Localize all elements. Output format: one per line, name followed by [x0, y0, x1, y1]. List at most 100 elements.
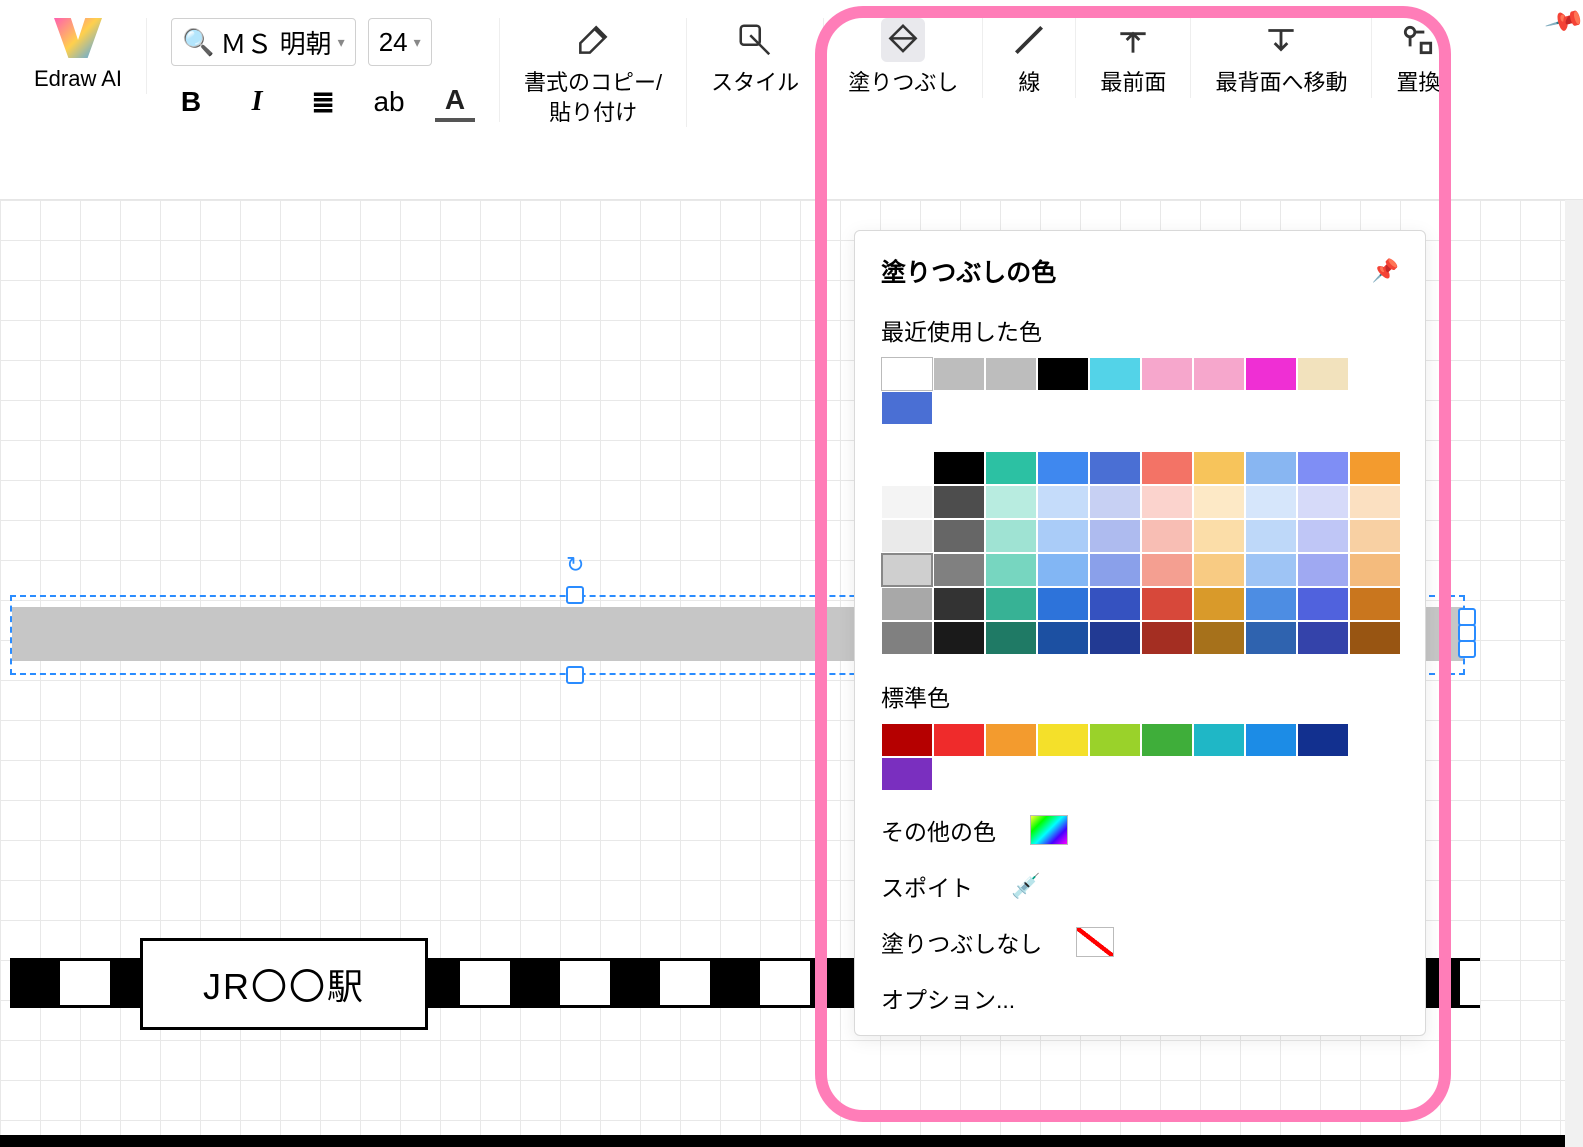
- palette-swatch[interactable]: [1037, 553, 1089, 587]
- palette-swatch[interactable]: [1245, 519, 1297, 553]
- eyedropper-row[interactable]: スポイト 💉: [881, 869, 1399, 903]
- palette-swatch[interactable]: [1245, 621, 1297, 655]
- palette-swatch[interactable]: [1037, 519, 1089, 553]
- palette-swatch[interactable]: [1141, 519, 1193, 553]
- palette-swatch[interactable]: [1297, 621, 1349, 655]
- palette-swatch[interactable]: [1297, 587, 1349, 621]
- palette-swatch[interactable]: [1349, 553, 1401, 587]
- align-button[interactable]: ≣: [303, 82, 343, 122]
- palette-swatch[interactable]: [1141, 485, 1193, 519]
- palette-swatch[interactable]: [1245, 485, 1297, 519]
- font-size-select[interactable]: 24 ▾: [368, 18, 432, 66]
- palette-swatch[interactable]: [933, 553, 985, 587]
- palette-swatch[interactable]: [985, 451, 1037, 485]
- palette-swatch[interactable]: [1141, 621, 1193, 655]
- standard-color-swatch[interactable]: [881, 723, 933, 757]
- recent-color-swatch[interactable]: [881, 357, 933, 391]
- text-ab-button[interactable]: ab: [369, 82, 409, 122]
- style-group[interactable]: スタイル: [687, 18, 824, 98]
- standard-color-swatch[interactable]: [933, 723, 985, 757]
- palette-swatch[interactable]: [1141, 553, 1193, 587]
- palette-swatch[interactable]: [1089, 621, 1141, 655]
- standard-color-swatch[interactable]: [1245, 723, 1297, 757]
- palette-swatch[interactable]: [1297, 553, 1349, 587]
- palette-swatch[interactable]: [985, 553, 1037, 587]
- palette-swatch[interactable]: [985, 519, 1037, 553]
- recent-color-swatch[interactable]: [881, 391, 933, 425]
- palette-swatch[interactable]: [933, 621, 985, 655]
- palette-swatch[interactable]: [1349, 485, 1401, 519]
- back-group[interactable]: 最背面へ移動: [1191, 18, 1372, 98]
- palette-swatch[interactable]: [1089, 519, 1141, 553]
- line-group[interactable]: 線: [983, 18, 1076, 98]
- palette-swatch[interactable]: [1297, 451, 1349, 485]
- palette-swatch[interactable]: [881, 519, 933, 553]
- palette-swatch[interactable]: [1193, 587, 1245, 621]
- fill-group[interactable]: 塗りつぶし: [824, 18, 983, 98]
- bold-button[interactable]: B: [171, 82, 211, 122]
- palette-swatch[interactable]: [1297, 485, 1349, 519]
- more-colors-row[interactable]: その他の色: [881, 813, 1399, 847]
- pin-icon[interactable]: 📌: [1372, 258, 1399, 284]
- palette-swatch[interactable]: [1193, 621, 1245, 655]
- palette-swatch[interactable]: [881, 621, 933, 655]
- font-name-select[interactable]: 🔍 ＭＳ 明朝 ▾: [171, 18, 356, 66]
- palette-swatch[interactable]: [881, 587, 933, 621]
- palette-swatch[interactable]: [1349, 587, 1401, 621]
- palette-swatch[interactable]: [1037, 451, 1089, 485]
- palette-swatch[interactable]: [881, 553, 933, 587]
- ai-group[interactable]: Edraw AI: [10, 18, 147, 94]
- palette-swatch[interactable]: [933, 485, 985, 519]
- recent-color-swatch[interactable]: [985, 357, 1037, 391]
- standard-color-swatch[interactable]: [985, 723, 1037, 757]
- palette-swatch[interactable]: [1089, 485, 1141, 519]
- recent-color-swatch[interactable]: [1141, 357, 1193, 391]
- replace-group[interactable]: 置換: [1372, 18, 1464, 98]
- recent-color-swatch[interactable]: [1297, 357, 1349, 391]
- resize-handle-stack-right[interactable]: [1458, 608, 1476, 656]
- standard-color-swatch[interactable]: [1141, 723, 1193, 757]
- palette-swatch[interactable]: [1037, 587, 1089, 621]
- palette-swatch[interactable]: [985, 587, 1037, 621]
- palette-swatch[interactable]: [1349, 451, 1401, 485]
- resize-handle[interactable]: [1458, 640, 1476, 658]
- palette-swatch[interactable]: [1245, 587, 1297, 621]
- palette-swatch[interactable]: [1089, 451, 1141, 485]
- palette-swatch[interactable]: [1193, 451, 1245, 485]
- palette-swatch[interactable]: [1141, 451, 1193, 485]
- palette-swatch[interactable]: [933, 587, 985, 621]
- recent-color-swatch[interactable]: [1193, 357, 1245, 391]
- palette-swatch[interactable]: [933, 451, 985, 485]
- palette-swatch[interactable]: [1245, 553, 1297, 587]
- palette-swatch[interactable]: [1297, 519, 1349, 553]
- palette-swatch[interactable]: [1349, 621, 1401, 655]
- format-copy-group[interactable]: 書式のコピー/ 貼り付け: [500, 18, 687, 127]
- palette-swatch[interactable]: [1193, 485, 1245, 519]
- rotate-handle-icon[interactable]: ↻: [566, 552, 584, 578]
- palette-swatch[interactable]: [1037, 485, 1089, 519]
- palette-swatch[interactable]: [881, 451, 933, 485]
- palette-swatch[interactable]: [1089, 553, 1141, 587]
- recent-color-swatch[interactable]: [1037, 357, 1089, 391]
- resize-handle-bottom[interactable]: [566, 666, 584, 684]
- recent-color-swatch[interactable]: [933, 357, 985, 391]
- options-row[interactable]: オプション...: [881, 981, 1399, 1015]
- no-fill-row[interactable]: 塗りつぶしなし: [881, 925, 1399, 959]
- recent-color-swatch[interactable]: [1089, 357, 1141, 391]
- font-color-button[interactable]: A: [435, 82, 475, 122]
- standard-color-swatch[interactable]: [1037, 723, 1089, 757]
- palette-swatch[interactable]: [933, 519, 985, 553]
- front-group[interactable]: 最前面: [1076, 18, 1191, 98]
- palette-swatch[interactable]: [985, 485, 1037, 519]
- standard-color-swatch[interactable]: [1297, 723, 1349, 757]
- standard-color-swatch[interactable]: [1089, 723, 1141, 757]
- resize-handle-top[interactable]: [566, 586, 584, 604]
- palette-swatch[interactable]: [1193, 519, 1245, 553]
- palette-swatch[interactable]: [985, 621, 1037, 655]
- palette-swatch[interactable]: [1089, 587, 1141, 621]
- palette-swatch[interactable]: [1141, 587, 1193, 621]
- standard-color-swatch[interactable]: [1193, 723, 1245, 757]
- station-label-box[interactable]: JR〇〇駅: [140, 938, 428, 1030]
- palette-swatch[interactable]: [881, 485, 933, 519]
- recent-color-swatch[interactable]: [1245, 357, 1297, 391]
